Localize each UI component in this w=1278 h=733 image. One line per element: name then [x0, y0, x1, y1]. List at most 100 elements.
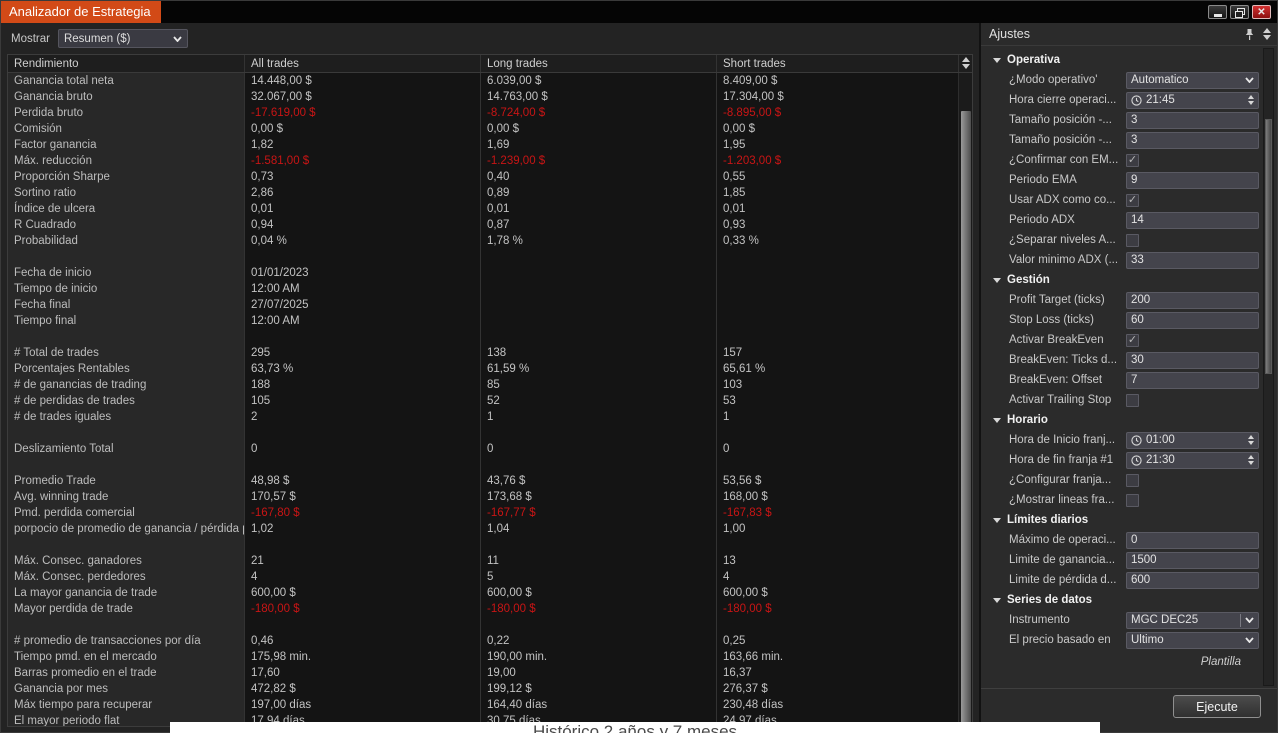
settings-group-series-de-datos[interactable]: Series de datos: [987, 590, 1259, 610]
setting-input[interactable]: 7: [1126, 372, 1259, 389]
metric-value-short: 8.409,00 $: [716, 73, 958, 89]
table-scrollbar-thumb[interactable]: [961, 111, 971, 723]
table-row[interactable]: Tiempo pmd. en el mercado175,98 min.190,…: [8, 649, 958, 665]
table-row[interactable]: [8, 249, 958, 265]
setting-input[interactable]: 1500: [1126, 552, 1259, 569]
setting-checkbox[interactable]: [1126, 474, 1139, 487]
table-row[interactable]: Máx. reducción-1.581,00 $-1.239,00 $-1.2…: [8, 153, 958, 169]
table-row[interactable]: Deslizamiento Total000: [8, 441, 958, 457]
table-row[interactable]: Mayor perdida de trade-180,00 $-180,00 $…: [8, 601, 958, 617]
setting-input[interactable]: 3: [1126, 132, 1259, 149]
setting-input[interactable]: 30: [1126, 352, 1259, 369]
table-row[interactable]: [8, 457, 958, 473]
metric-value-short: 0,00 $: [716, 121, 958, 137]
table-scrollbar[interactable]: [958, 73, 972, 726]
setting-input[interactable]: 14: [1126, 212, 1259, 229]
setting-input[interactable]: 33: [1126, 252, 1259, 269]
spinner-icon[interactable]: [1248, 95, 1254, 105]
table-row[interactable]: Promedio Trade48,98 $43,76 $53,56 $: [8, 473, 958, 489]
table-row[interactable]: Índice de ulcera0,010,010,01: [8, 201, 958, 217]
column-header-all-trades[interactable]: All trades: [244, 55, 480, 72]
setting-checkbox[interactable]: [1126, 494, 1139, 507]
table-row[interactable]: [8, 617, 958, 633]
column-header-short-trades[interactable]: Short trades: [716, 55, 958, 72]
metric-value-all: 0,94: [244, 217, 480, 233]
settings-group-horario[interactable]: Horario: [987, 410, 1259, 430]
setting-input[interactable]: 0: [1126, 532, 1259, 549]
setting-input[interactable]: 60: [1126, 312, 1259, 329]
settings-group-gestión[interactable]: Gestión: [987, 270, 1259, 290]
table-row[interactable]: # promedio de transacciones por día0,460…: [8, 633, 958, 649]
table-row[interactable]: Máx. Consec. perdedores454: [8, 569, 958, 585]
column-header-rendimiento[interactable]: Rendimiento: [8, 55, 244, 72]
table-row[interactable]: Proporción Sharpe0,730,400,55: [8, 169, 958, 185]
panel-spinner-icon[interactable]: [1263, 28, 1271, 40]
minimize-button[interactable]: [1208, 5, 1227, 19]
setting-checkbox[interactable]: [1126, 394, 1139, 407]
pin-icon[interactable]: [1244, 28, 1255, 41]
setting-combo[interactable]: MGC DEC25: [1126, 612, 1259, 629]
setting-time-field[interactable]: 21:45: [1126, 92, 1259, 109]
metric-label: Comisión: [8, 121, 244, 137]
settings-scrollbar[interactable]: [1263, 48, 1274, 686]
table-row[interactable]: Porcentajes Rentables63,73 %61,59 %65,61…: [8, 361, 958, 377]
plantilla-link[interactable]: Plantilla: [1201, 656, 1241, 668]
setting-input[interactable]: 600: [1126, 572, 1259, 589]
table-row[interactable]: Fecha de inicio01/01/2023: [8, 265, 958, 281]
settings-group-operativa[interactable]: Operativa: [987, 50, 1259, 70]
setting-checkbox[interactable]: ✓: [1126, 154, 1139, 167]
table-row[interactable]: # Total de trades295138157: [8, 345, 958, 361]
table-row[interactable]: Perdida bruto-17.619,00 $-8.724,00 $-8.8…: [8, 105, 958, 121]
setting-checkbox[interactable]: ✓: [1126, 334, 1139, 347]
setting-time-field[interactable]: 01:00: [1126, 432, 1259, 449]
table-row[interactable]: # de trades iguales211: [8, 409, 958, 425]
table-row[interactable]: Tiempo de inicio12:00 AM: [8, 281, 958, 297]
restore-icon: [1235, 8, 1244, 16]
table-row[interactable]: Pmd. perdida comercial-167,80 $-167,77 $…: [8, 505, 958, 521]
spinner-icon[interactable]: [962, 57, 970, 69]
ejecute-button[interactable]: Ejecute: [1173, 695, 1261, 718]
table-row[interactable]: Ganancia por mes472,82 $199,12 $276,37 $: [8, 681, 958, 697]
table-row[interactable]: Probabilidad0,04 %1,78 %0,33 %: [8, 233, 958, 249]
mostrar-dropdown[interactable]: Resumen ($): [58, 29, 188, 48]
table-row[interactable]: La mayor ganancia de trade600,00 $600,00…: [8, 585, 958, 601]
setting-time-field[interactable]: 21:30: [1126, 452, 1259, 469]
table-row[interactable]: # de ganancias de trading18885103: [8, 377, 958, 393]
setting-input[interactable]: 3: [1126, 112, 1259, 129]
metric-value-all: 0: [244, 441, 480, 457]
table-row[interactable]: Barras promedio en el trade17,6019,0016,…: [8, 665, 958, 681]
table-row[interactable]: Ganancia total neta14.448,00 $6.039,00 $…: [8, 73, 958, 89]
table-row[interactable]: porpocio de promedio de ganancia / pérdi…: [8, 521, 958, 537]
table-row[interactable]: [8, 329, 958, 345]
setting-combo[interactable]: Automatico: [1126, 72, 1259, 89]
table-row[interactable]: Ganancia bruto32.067,00 $14.763,00 $17.3…: [8, 89, 958, 105]
restore-button[interactable]: [1230, 5, 1249, 19]
window-title-tab[interactable]: Analizador de Estrategia: [1, 1, 161, 23]
setting-checkbox[interactable]: ✓: [1126, 194, 1139, 207]
setting-value: MGC DEC25: [1131, 614, 1238, 626]
table-row[interactable]: R Cuadrado0,940,870,93: [8, 217, 958, 233]
column-header-long-trades[interactable]: Long trades: [480, 55, 716, 72]
table-row[interactable]: Máx tiempo para recuperar197,00 días164,…: [8, 697, 958, 713]
table-row[interactable]: Avg. winning trade170,57 $173,68 $168,00…: [8, 489, 958, 505]
table-row[interactable]: Máx. Consec. ganadores211113: [8, 553, 958, 569]
spinner-icon[interactable]: [1248, 455, 1254, 465]
table-row[interactable]: [8, 425, 958, 441]
table-row[interactable]: Factor ganancia1,821,691,95: [8, 137, 958, 153]
spinner-icon[interactable]: [1248, 435, 1254, 445]
table-row[interactable]: [8, 537, 958, 553]
table-row[interactable]: # de perdidas de trades1055253: [8, 393, 958, 409]
table-row[interactable]: Sortino ratio2,860,891,85: [8, 185, 958, 201]
table-row[interactable]: Comisión0,00 $0,00 $0,00 $: [8, 121, 958, 137]
metric-value-all: -17.619,00 $: [244, 105, 480, 121]
setting-checkbox[interactable]: [1126, 234, 1139, 247]
close-button[interactable]: ✕: [1252, 5, 1271, 19]
settings-group-límites-diarios[interactable]: Límites diarios: [987, 510, 1259, 530]
table-row[interactable]: Fecha final27/07/2025: [8, 297, 958, 313]
metric-label: # de trades iguales: [8, 409, 244, 425]
setting-combo[interactable]: Último: [1126, 632, 1259, 649]
setting-input[interactable]: 200: [1126, 292, 1259, 309]
settings-scrollbar-thumb[interactable]: [1265, 119, 1272, 374]
setting-input[interactable]: 9: [1126, 172, 1259, 189]
table-row[interactable]: Tiempo final12:00 AM: [8, 313, 958, 329]
